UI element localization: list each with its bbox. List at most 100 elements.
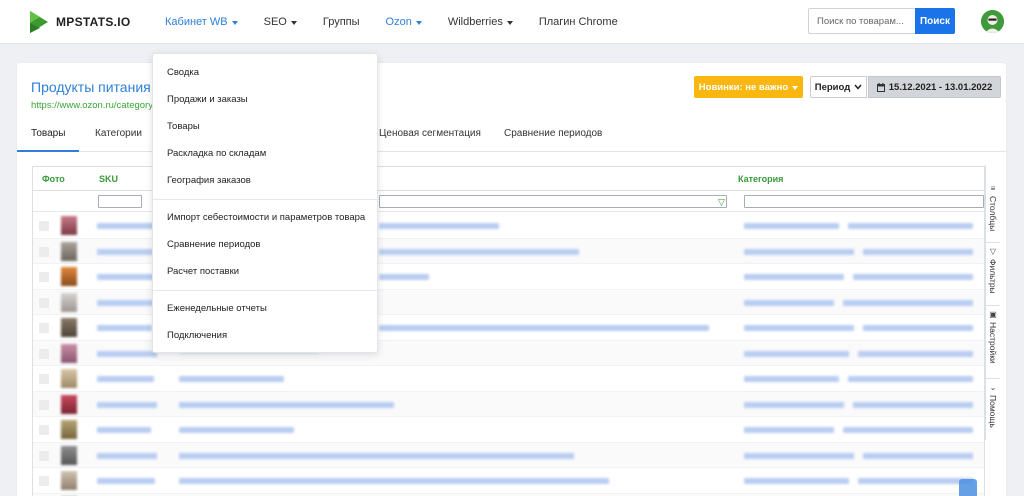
product-photo[interactable] [61, 471, 77, 490]
sku-value[interactable] [97, 223, 157, 229]
menu-item-weekly-reports[interactable]: Еженедельные отчеты [167, 303, 267, 314]
chat-widget-button[interactable] [959, 479, 977, 496]
product-photo[interactable] [61, 292, 77, 312]
product-photo[interactable] [61, 445, 77, 465]
menu-item-supply-calc[interactable]: Расчет поставки [167, 266, 239, 277]
column-header-photo[interactable]: Фото [42, 174, 65, 184]
menu-item-cost-import[interactable]: Импорт себестоимости и параметров товара [167, 212, 365, 223]
category-url-link[interactable]: https://www.ozon.ru/category [31, 100, 153, 111]
product-photo[interactable] [61, 420, 77, 439]
menu-item-products[interactable]: Товары [167, 121, 200, 132]
sku-value[interactable] [97, 274, 155, 280]
product-name[interactable] [179, 452, 574, 459]
side-tab-settings[interactable]: ▣ Настройки [986, 311, 1000, 364]
product-name[interactable] [379, 223, 499, 229]
category-value [863, 248, 973, 255]
sku-value[interactable] [97, 299, 159, 306]
chevron-down-icon [506, 20, 513, 25]
row-checkbox[interactable] [39, 272, 49, 282]
product-photo[interactable] [61, 343, 77, 363]
column-header-sku[interactable]: SKU [99, 174, 118, 184]
row-checkbox[interactable] [39, 399, 49, 410]
nav-item-wildberries[interactable]: Wildberries [448, 16, 513, 28]
nav-item-groups[interactable]: Группы [323, 16, 360, 28]
tab-price-segmentation[interactable]: Ценовая сегментация [379, 128, 481, 139]
funnel-icon[interactable]: ▽ [718, 197, 725, 208]
sku-value[interactable] [97, 248, 153, 255]
top-navbar: MPSTATS.IO Кабинет WB SEO Группы Ozon Wi… [0, 0, 1024, 44]
product-photo[interactable] [61, 241, 77, 261]
table-row[interactable] [33, 417, 984, 443]
side-tab-help[interactable]: ⌄ Помощь [986, 384, 1000, 428]
product-photo[interactable] [61, 318, 77, 337]
date-range-picker[interactable]: 15.12.2021 - 13.01.2022 [868, 76, 1001, 98]
divider [986, 305, 1000, 306]
tab-period-comparison[interactable]: Сравнение периодов [504, 128, 602, 139]
columns-icon: ≡ [990, 184, 996, 193]
table-row[interactable] [33, 391, 984, 417]
product-photo[interactable] [61, 394, 77, 414]
product-name[interactable] [379, 274, 429, 280]
kabinet-wb-dropdown: Сводка Продажи и заказы Товары Раскладка… [152, 53, 379, 353]
column-header-category[interactable]: Категория [738, 174, 783, 184]
product-photo[interactable] [61, 267, 77, 286]
logo[interactable]: MPSTATS.IO [28, 9, 131, 35]
sku-value[interactable] [97, 427, 151, 433]
period-label: Период [814, 81, 851, 93]
nav-item-kabinet-wb[interactable]: Кабинет WB [165, 16, 238, 28]
date-range-value: 15.12.2021 - 13.01.2022 [888, 81, 993, 93]
menu-divider [153, 290, 379, 291]
product-photo[interactable] [61, 216, 77, 235]
menu-item-connections[interactable]: Подключения [167, 330, 227, 341]
product-name[interactable] [179, 478, 609, 484]
table-row[interactable] [33, 442, 984, 468]
menu-divider [153, 199, 379, 200]
nav-item-ozon[interactable]: Ozon [386, 16, 422, 28]
nav-item-chrome-plugin[interactable]: Плагин Chrome [539, 16, 618, 28]
search-input[interactable] [808, 8, 915, 34]
nav-item-label: Плагин Chrome [538, 16, 618, 28]
period-select[interactable]: Период [810, 76, 867, 98]
side-tab-label: Настройки [988, 322, 998, 364]
sku-value[interactable] [97, 452, 157, 459]
nav-item-seo[interactable]: SEO [264, 16, 297, 28]
sku-value[interactable] [97, 325, 152, 331]
sku-value[interactable] [97, 376, 154, 382]
search-button[interactable]: Поиск [915, 8, 955, 34]
row-checkbox[interactable] [39, 246, 49, 257]
sku-value[interactable] [97, 478, 155, 484]
category-filter-input[interactable] [744, 195, 984, 208]
sku-filter-input[interactable] [98, 195, 142, 208]
menu-item-summary[interactable]: Сводка [167, 67, 199, 78]
table-row[interactable] [33, 366, 984, 392]
menu-item-sales-orders[interactable]: Продажи и заказы [167, 94, 248, 105]
row-checkbox[interactable] [39, 297, 49, 308]
row-checkbox[interactable] [39, 348, 49, 359]
product-name[interactable] [379, 325, 709, 331]
row-checkbox[interactable] [39, 323, 49, 333]
side-tab-columns[interactable]: ≡ Столбцы [986, 184, 1000, 232]
tab-categories[interactable]: Категории [95, 128, 142, 139]
sku-value[interactable] [97, 401, 157, 408]
row-checkbox[interactable] [39, 450, 49, 461]
name-filter-input[interactable] [379, 195, 727, 208]
row-checkbox[interactable] [39, 221, 49, 231]
menu-item-period-comparison[interactable]: Сравнение периодов [167, 239, 260, 250]
row-checkbox[interactable] [39, 476, 49, 486]
product-name[interactable] [179, 427, 294, 433]
table-row[interactable] [33, 468, 984, 494]
user-avatar-icon[interactable] [981, 10, 1004, 33]
product-name[interactable] [179, 376, 284, 382]
product-photo[interactable] [61, 369, 77, 388]
product-name[interactable] [379, 248, 579, 255]
menu-item-warehouse-layout[interactable]: Раскладка по складам [167, 148, 266, 159]
novelty-filter-button[interactable]: Новинки: не важно [694, 76, 803, 98]
row-checkbox[interactable] [39, 425, 49, 435]
product-name[interactable] [179, 401, 394, 408]
sku-value[interactable] [97, 350, 157, 357]
side-tab-filters[interactable]: ▽ Фильтры [986, 248, 1000, 294]
menu-item-order-geography[interactable]: География заказов [167, 175, 251, 186]
tab-products[interactable]: Товары [31, 128, 65, 139]
category-value [843, 299, 973, 306]
row-checkbox[interactable] [39, 374, 49, 384]
